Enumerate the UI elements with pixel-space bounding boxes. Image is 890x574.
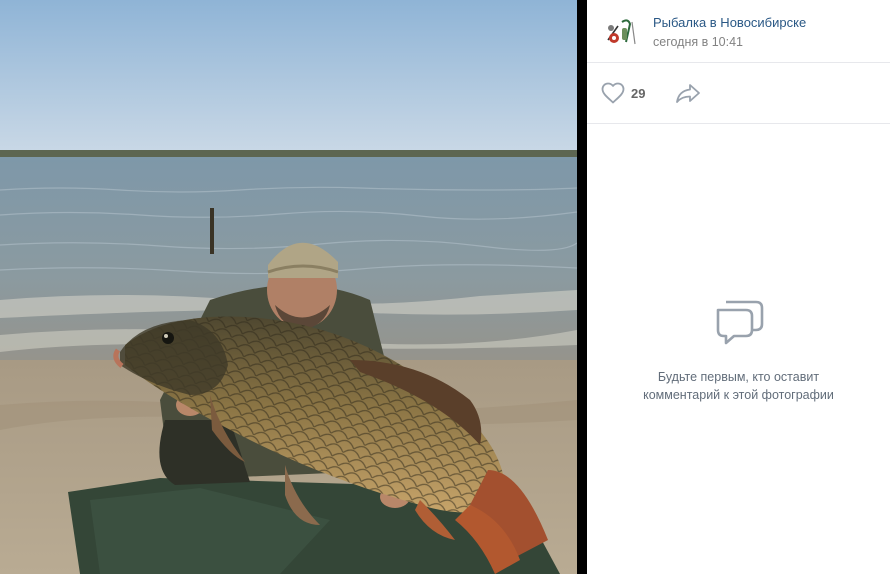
comments-empty-line1: Будьте первым, кто оставит [657,370,820,384]
comments-empty-text: Будьте первым, кто оставит комментарий к… [587,368,890,404]
comments-empty-line2: комментарий к этой фотографии [643,388,834,402]
divider [577,0,587,574]
heart-icon [601,82,625,104]
post-header: Рыбалка в Новосибирске сегодня в 10:41 [587,0,890,63]
post-date[interactable]: сегодня в 10:41 [653,35,743,49]
post-actions: 29 [587,63,890,124]
sidebar: Рыбалка в Новосибирске сегодня в 10:41 2… [587,0,890,574]
share-icon [676,84,700,103]
like-button[interactable]: 29 [601,81,645,105]
comments-icon [716,300,763,345]
photo-image [0,0,577,574]
comments-empty-state: Будьте первым, кто оставит комментарий к… [587,296,890,404]
photo[interactable] [0,0,577,574]
photo-viewer: Рыбалка в Новосибирске сегодня в 10:41 2… [0,0,890,574]
share-button[interactable] [675,82,701,104]
fishing-avatar-icon[interactable] [602,14,638,50]
like-count: 29 [631,85,646,101]
author-name[interactable]: Рыбалка в Новосибирске [653,15,806,30]
